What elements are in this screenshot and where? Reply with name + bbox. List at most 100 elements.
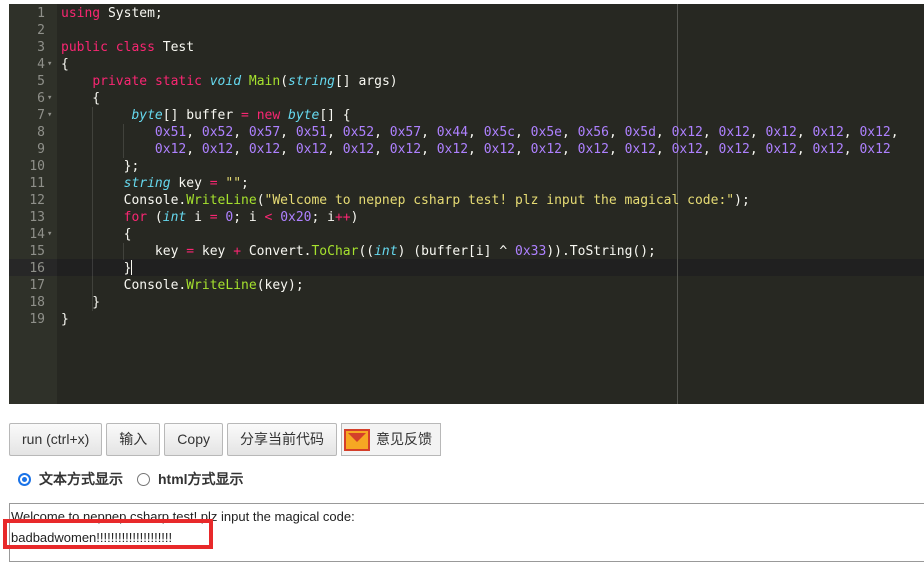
code-token: =	[209, 176, 218, 191]
html-mode-label[interactable]: html方式显示	[158, 469, 244, 489]
code-line[interactable]: 1 using System;	[9, 5, 924, 22]
code-line[interactable]: 17 Console.WriteLine(key);	[9, 277, 924, 294]
code-token: ,	[421, 125, 437, 140]
code-token: ,	[515, 125, 531, 140]
code-token: i	[186, 210, 210, 225]
code-token: ; i	[233, 210, 265, 225]
code-token: string	[123, 176, 171, 191]
code-token: ,	[280, 125, 296, 140]
input-button[interactable]: 输入	[106, 423, 161, 456]
code-token: using	[61, 6, 101, 21]
code-token: [] buffer	[162, 108, 242, 123]
code-token: ,	[749, 125, 766, 140]
text-mode-radio[interactable]	[18, 472, 31, 486]
code-token: ,	[515, 142, 531, 157]
code-token: ,	[186, 142, 202, 157]
code-token: void	[209, 74, 242, 89]
indent-guide	[123, 243, 124, 260]
code-line[interactable]: 19}	[9, 311, 924, 328]
code-token: key	[194, 244, 234, 259]
code-token: 0x12	[248, 142, 281, 157]
code-token: ((	[358, 244, 375, 259]
copy-button[interactable]: Copy	[164, 423, 223, 456]
code-line[interactable]: 14 ▾ {	[9, 226, 924, 243]
display-mode-options: 文本方式显示 html方式显示	[18, 469, 258, 489]
code-token: Convert.	[241, 244, 312, 259]
code-token: 0x12	[436, 142, 469, 157]
code-text: for (int i = 0; i < 0x20; i++)	[61, 209, 359, 226]
code-token: Main	[248, 74, 281, 89]
code-token: ++	[334, 210, 351, 225]
code-line[interactable]: 9 0x12, 0x12, 0x12, 0x12, 0x12, 0x12, 0x…	[9, 141, 924, 158]
code-token: 0x12	[859, 125, 891, 140]
share-code-button[interactable]: 分享当前代码	[226, 423, 337, 456]
line-number: 17	[29, 278, 45, 293]
code-token: 0x12	[812, 125, 844, 140]
code-token: 0x57	[389, 125, 422, 140]
line-number: 6	[37, 91, 45, 106]
code-token: Console.	[61, 193, 187, 208]
code-token: 0x12	[718, 125, 750, 140]
code-token: 0x33	[515, 244, 547, 259]
code-line[interactable]: 15 key = key + Convert.ToChar((int) (buf…	[9, 243, 924, 260]
code-token: (	[256, 193, 265, 208]
code-editor[interactable]: 1 using System; 2 3 public class Test 4 ▾{5 pr…	[9, 4, 924, 404]
code-line[interactable]: 4 ▾ {	[9, 56, 924, 73]
code-token: ) (buffer[i] ^	[397, 244, 515, 259]
code-line[interactable]: 8 0x51, 0x52, 0x57, 0x51, 0x52, 0x57, 0x…	[9, 124, 924, 141]
code-token: ,	[421, 142, 437, 157]
code-token: 0x12	[859, 142, 891, 157]
code-token: ,	[702, 142, 719, 157]
fold-arrow-icon[interactable]: ▾	[47, 90, 55, 107]
text-mode-label[interactable]: 文本方式显示	[39, 469, 123, 489]
code-token: 0x20	[280, 210, 312, 225]
code-line[interactable]: 16 }	[9, 260, 924, 277]
code-line[interactable]: 12 Console.WriteLine("Welcome to nepnep …	[9, 192, 924, 209]
fold-arrow-icon[interactable]: ▾	[47, 107, 55, 124]
line-number: 12	[29, 193, 45, 208]
feedback-button[interactable]: 意见反馈	[340, 423, 441, 456]
line-number: 15	[29, 244, 45, 259]
code-text: public class Test	[61, 39, 194, 56]
line-number: 9	[37, 142, 45, 157]
fold-arrow-icon[interactable]: ▾	[47, 226, 55, 243]
run-button[interactable]: run (ctrl+x)	[9, 423, 103, 456]
code-line[interactable]: 11 string key = "";	[9, 175, 924, 192]
code-line[interactable]: 5 private static void Main(string[] args…	[9, 73, 924, 90]
code-line[interactable]: 3 public class Test	[9, 39, 924, 56]
code-token: ,	[749, 142, 766, 157]
code-token: ,	[702, 125, 719, 140]
code-token: =	[241, 108, 249, 123]
code-token: 0x56	[577, 125, 609, 140]
code-token: =	[186, 244, 195, 259]
code-line[interactable]: 10 };	[9, 158, 924, 175]
code-token: );	[734, 193, 750, 208]
code-token: ,	[327, 142, 343, 157]
code-text: using System;	[61, 5, 163, 22]
code-line[interactable]: 7 ▾ byte[] buffer = new byte[] {	[9, 107, 924, 124]
fold-arrow-icon[interactable]: ▾	[47, 56, 55, 73]
code-token: ,	[374, 125, 390, 140]
code-line[interactable]: 2	[9, 22, 924, 39]
line-number: 11	[29, 176, 45, 191]
code-text: {	[61, 90, 100, 107]
line-number: 1	[37, 6, 45, 21]
html-mode-radio[interactable]	[137, 472, 150, 486]
code-line[interactable]: 13 for (int i = 0; i < 0x20; i++)	[9, 209, 924, 226]
code-token: 0x12	[154, 142, 187, 157]
code-token: 0x5e	[530, 125, 562, 140]
code-token: System;	[100, 6, 163, 21]
code-token: +	[233, 244, 242, 259]
code-token: public	[61, 40, 108, 55]
code-token: 0x12	[483, 142, 516, 157]
code-line[interactable]: 6 ▾ {	[9, 90, 924, 107]
code-line[interactable]: 18 }	[9, 294, 924, 311]
code-token: (key);	[256, 278, 304, 293]
code-text: Console.WriteLine("Welcome to nepnep csh…	[61, 192, 750, 209]
code-token: [] args)	[334, 74, 398, 89]
code-token: for	[123, 210, 148, 225]
code-token: ,	[233, 125, 249, 140]
